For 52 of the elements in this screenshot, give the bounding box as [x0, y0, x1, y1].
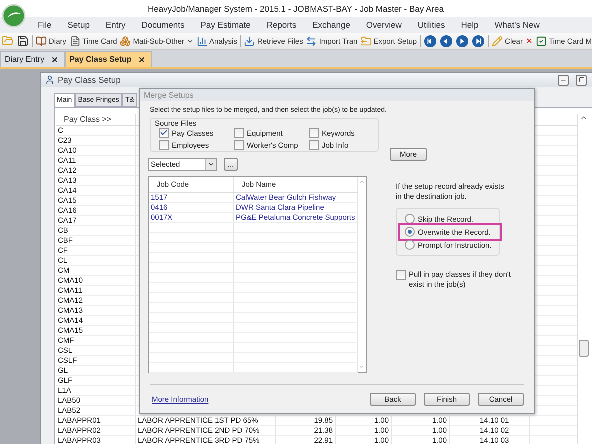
document-icon — [70, 36, 81, 46]
menu-item[interactable]: Exchange — [304, 20, 358, 30]
restore-icon — [578, 77, 584, 83]
download-icon — [244, 36, 256, 46]
radio-button[interactable] — [405, 227, 415, 237]
menu-item[interactable]: What's New — [486, 20, 548, 30]
arrows-icon — [306, 36, 318, 46]
menu-item[interactable]: File — [30, 20, 60, 30]
scrollbar-thumb[interactable] — [579, 340, 589, 357]
document-tab[interactable]: Pay Class Setup — [64, 51, 152, 67]
child-window-title: Pay Class Setup — [58, 75, 122, 85]
forward-icon[interactable] — [472, 34, 486, 48]
checkbox[interactable] — [159, 140, 169, 150]
checkbox[interactable] — [234, 140, 244, 150]
checkbox-icon — [536, 36, 547, 46]
checkbox[interactable] — [234, 128, 244, 138]
folder-icon — [360, 36, 372, 46]
window-title: HeavyJob/Manager System - 2015.1 - JOBMAST-BAY - Job Master - Bay Area — [148, 4, 444, 14]
menu-item[interactable]: Documents — [134, 20, 193, 30]
checkbox[interactable] — [309, 128, 319, 138]
menu-item[interactable]: Overview — [358, 20, 410, 30]
menu-item[interactable]: Setup — [60, 20, 98, 30]
document-tab[interactable]: Diary Entry — [0, 51, 65, 67]
close-icon[interactable] — [50, 56, 59, 64]
boxes-icon — [120, 36, 132, 46]
column-header[interactable]: Pay Class >> — [56, 114, 136, 125]
caret-icon — [186, 38, 194, 44]
bar-chart-icon — [196, 36, 208, 46]
checkbox[interactable] — [159, 128, 169, 138]
radio-button[interactable] — [405, 214, 415, 224]
restore-button[interactable] — [576, 74, 587, 86]
checkbox[interactable] — [396, 270, 406, 280]
radio-button[interactable] — [405, 240, 415, 250]
scrollbar[interactable] — [577, 114, 590, 444]
close-icon[interactable] — [138, 56, 146, 64]
scroll-up-icon[interactable] — [580, 114, 588, 122]
menu-item[interactable]: Pay Estimate — [192, 20, 259, 30]
minimize-button[interactable] — [558, 74, 569, 86]
caret-icon — [208, 161, 214, 168]
forward-icon[interactable] — [456, 34, 470, 48]
save-icon[interactable] — [17, 35, 29, 47]
user-icon — [45, 75, 55, 85]
menu-item[interactable]: Entry — [98, 20, 134, 30]
book-icon — [36, 36, 47, 46]
menu-item[interactable]: Utilities — [410, 20, 454, 30]
pencil-icon — [492, 36, 504, 46]
checkbox[interactable] — [309, 140, 319, 150]
back-icon[interactable] — [440, 34, 454, 48]
back-icon[interactable] — [424, 34, 438, 48]
dialog-title: Merge Setups — [144, 90, 194, 100]
menu-item[interactable]: Reports — [258, 20, 305, 30]
menu-item[interactable]: Help — [453, 20, 487, 30]
